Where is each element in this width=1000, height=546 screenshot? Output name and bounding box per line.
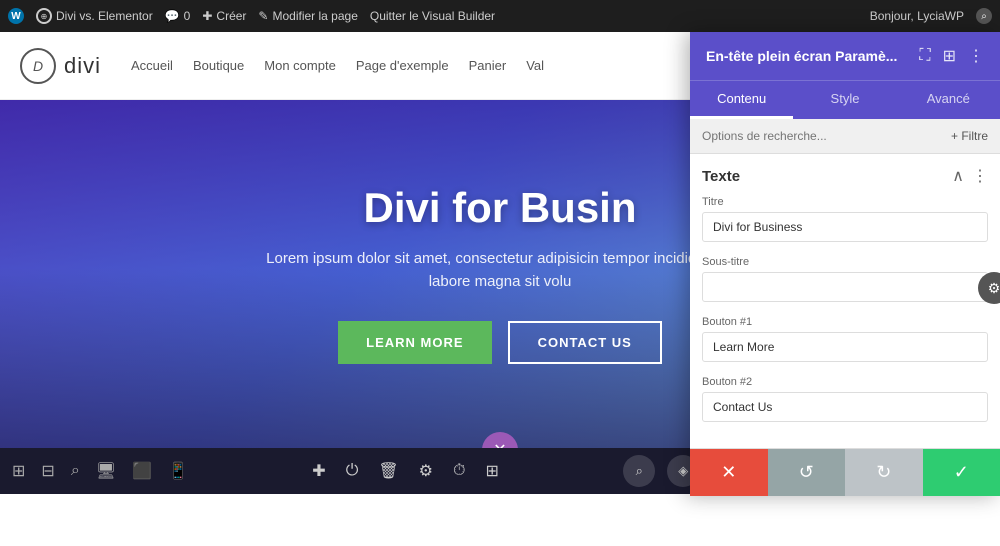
logo-text: divi: [64, 53, 101, 79]
site-logo: D divi: [20, 48, 101, 84]
admin-bar-wp-logo[interactable]: W: [8, 8, 24, 24]
grid-view-icon[interactable]: ⊞: [943, 46, 956, 66]
bottom-center-icons: ✚ ⏻ 🗑 ⚙ ⏱ ⊞: [188, 461, 623, 481]
search-icon[interactable]: ⌕: [71, 462, 80, 480]
expand-icon[interactable]: ⛶: [919, 47, 930, 65]
panel-title: En-tête plein écran Paramè...: [706, 48, 919, 64]
panel-actions: ✕ ↺ ↻ ✓: [690, 448, 1000, 496]
nav-accueil[interactable]: Accueil: [131, 58, 173, 73]
plus-icon: ✚: [202, 9, 212, 23]
field-bouton2: Bouton #2: [702, 376, 988, 422]
bottom-left-icons: ⊞ ⊟ ⌕ 🖥 ⬛ 📱: [12, 461, 188, 481]
nav-page-exemple[interactable]: Page d'exemple: [356, 58, 449, 73]
field-bouton1: Bouton #1: [702, 316, 988, 362]
learn-more-button[interactable]: LEARN MORE: [338, 321, 491, 364]
field-sous-titre: Sous-titre: [702, 256, 988, 302]
pencil-icon: ✎: [258, 9, 268, 23]
field-titre: Titre: [702, 196, 988, 242]
titre-label: Titre: [702, 196, 988, 208]
panel-tabs: Contenu Style Avancé: [690, 80, 1000, 119]
search-options-input[interactable]: [702, 129, 943, 143]
admin-search-icon[interactable]: ⌕: [976, 8, 992, 24]
layout2-icon[interactable]: ⊞: [485, 461, 498, 481]
contact-button[interactable]: CONTACT US: [508, 321, 662, 364]
collapse-section-icon[interactable]: ∧: [952, 166, 964, 186]
cancel-action-button[interactable]: ✕: [690, 449, 768, 496]
logo-circle: D: [20, 48, 56, 84]
redo-action-button[interactable]: ↻: [845, 449, 923, 496]
add-module-icon[interactable]: ✚: [312, 461, 325, 481]
admin-bar-comments[interactable]: 💬 0: [165, 9, 191, 23]
tab-avance[interactable]: Avancé: [897, 81, 1000, 119]
bouton2-input[interactable]: [702, 392, 988, 422]
wp-logo-icon: W: [8, 8, 24, 24]
admin-bar-edit[interactable]: ✎ Modifier la page: [258, 9, 357, 23]
nav-panier[interactable]: Panier: [469, 58, 507, 73]
hero-subtitle: Lorem ipsum dolor sit amet, consectetur …: [250, 248, 750, 293]
admin-bar-user: Bonjour, LyciaWP: [870, 9, 964, 23]
hero-title: Divi for Busin: [250, 184, 750, 232]
divi-icon: ⊕: [36, 8, 52, 24]
titre-input[interactable]: [702, 212, 988, 242]
nav-boutique[interactable]: Boutique: [193, 58, 244, 73]
nav-mon-compte[interactable]: Mon compte: [264, 58, 336, 73]
grid-icon[interactable]: ⊞: [12, 461, 25, 481]
panel-header-icons: ⛶ ⊞ ⋮: [919, 46, 984, 66]
panel-body: Texte ∧ ⋮ Titre Sous-titre Bouton #1 Bou: [690, 154, 1000, 448]
bouton2-label: Bouton #2: [702, 376, 988, 388]
settings-icon[interactable]: ⚙: [419, 461, 433, 481]
section-header: Texte ∧ ⋮: [702, 166, 988, 186]
site-nav: Accueil Boutique Mon compte Page d'exemp…: [131, 58, 544, 73]
admin-bar-create[interactable]: ✚ Créer: [202, 9, 246, 23]
section-icons: ∧ ⋮: [952, 166, 988, 186]
hero-buttons: LEARN MORE CONTACT US: [250, 321, 750, 364]
bouton1-input[interactable]: [702, 332, 988, 362]
admin-bar-divi[interactable]: ⊕ Divi vs. Elementor: [36, 8, 153, 24]
hero-content: Divi for Busin Lorem ipsum dolor sit ame…: [230, 184, 770, 364]
undo-action-button[interactable]: ↺: [768, 449, 846, 496]
filter-button[interactable]: + Filtre: [951, 129, 988, 143]
power-icon[interactable]: ⏻: [346, 462, 359, 480]
confirm-action-button[interactable]: ✓: [923, 449, 1000, 496]
section-title: Texte: [702, 168, 740, 185]
panel-header: En-tête plein écran Paramè... ⛶ ⊞ ⋮: [690, 32, 1000, 80]
panel-search: + Filtre: [690, 119, 1000, 154]
desktop-icon[interactable]: 🖥: [96, 461, 116, 481]
sous-titre-label: Sous-titre: [702, 256, 988, 268]
section-more-icon[interactable]: ⋮: [972, 166, 988, 186]
history-icon[interactable]: ⏱: [453, 462, 465, 480]
sous-titre-input[interactable]: [702, 272, 988, 302]
more-options-icon[interactable]: ⋮: [968, 46, 984, 66]
admin-bar: W ⊕ Divi vs. Elementor 💬 0 ✚ Créer ✎ Mod…: [0, 0, 1000, 32]
trash-icon[interactable]: 🗑: [378, 461, 398, 481]
admin-bar-quit[interactable]: Quitter le Visual Builder: [370, 9, 495, 23]
mobile-icon[interactable]: 📱: [168, 461, 188, 481]
bouton1-label: Bouton #1: [702, 316, 988, 328]
nav-val[interactable]: Val: [526, 58, 544, 73]
settings-panel: En-tête plein écran Paramè... ⛶ ⊞ ⋮ Cont…: [690, 32, 1000, 496]
tab-style[interactable]: Style: [793, 81, 896, 119]
comment-icon: 💬: [165, 9, 180, 23]
layout-icon[interactable]: ⊟: [41, 461, 54, 481]
tablet-icon[interactable]: ⬛: [132, 461, 152, 481]
search-right-icon[interactable]: ⌕: [623, 455, 655, 487]
tab-contenu[interactable]: Contenu: [690, 81, 793, 119]
